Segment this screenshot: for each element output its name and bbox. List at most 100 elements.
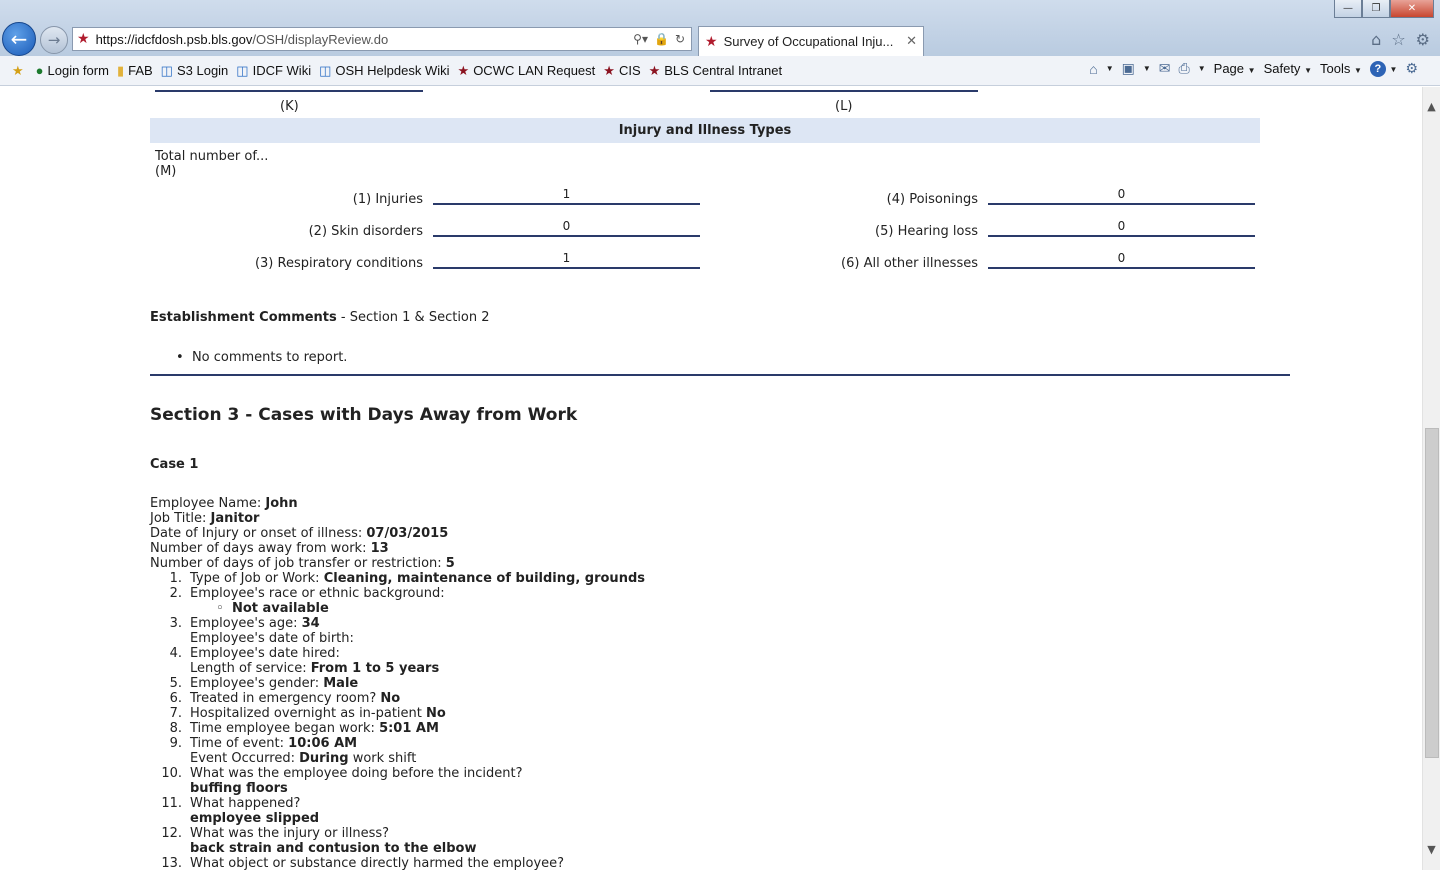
- browser-titlebar: — ❐ ✕ ← → ★ https://idcfdosh.psb.bls.gov…: [0, 0, 1440, 56]
- favorite-fab[interactable]: ▮ FAB: [117, 63, 153, 79]
- add-favorite-icon: ★: [12, 62, 24, 78]
- item-value: During: [299, 751, 349, 766]
- item-label: Treated in emergency room?: [190, 691, 381, 706]
- list-item-object-substance: What object or substance directly harmed…: [190, 856, 565, 870]
- window-controls: — ❐ ✕: [1334, 0, 1434, 18]
- chevron-down-icon[interactable]: ▼: [1143, 64, 1151, 73]
- job-title-value: Janitor: [210, 511, 260, 526]
- employee-name-value: John: [265, 496, 298, 511]
- days-transfer-row: Number of days of job transfer or restri…: [150, 556, 455, 571]
- poisonings-value: 0: [988, 187, 1255, 205]
- lock-icon[interactable]: 🔒: [654, 32, 669, 46]
- url-text[interactable]: https://idcfdosh.psb.bls.gov/OSH/display…: [96, 32, 634, 47]
- list-number: 4.: [169, 646, 182, 661]
- chevron-down-icon[interactable]: ▼: [1198, 64, 1206, 73]
- forward-button[interactable]: →: [40, 26, 68, 54]
- comment-text: No comments to report.: [191, 350, 348, 365]
- tools-menu[interactable]: Tools ▼: [1320, 61, 1362, 76]
- back-button[interactable]: ←: [2, 22, 36, 56]
- scroll-thumb[interactable]: [1425, 428, 1439, 758]
- favorite-label: FAB: [128, 63, 153, 78]
- field-l-line: [710, 90, 978, 92]
- ie-page-icon: ◫: [160, 62, 173, 78]
- favorite-idcf-wiki[interactable]: ◫ IDCF Wiki: [236, 63, 311, 79]
- home-icon[interactable]: ⌂: [1089, 61, 1097, 77]
- help-menu[interactable]: ? ▼: [1369, 60, 1397, 77]
- injury-types-heading: Injury and Illness Types: [150, 118, 1260, 143]
- close-icon[interactable]: ✕: [1390, 0, 1434, 18]
- favorite-label: BLS Central Intranet: [664, 63, 783, 78]
- section-divider: [150, 374, 1290, 376]
- list-number: 5.: [169, 676, 182, 691]
- item-label: Type of Job or Work:: [190, 571, 324, 586]
- home-icon[interactable]: ⌂: [1371, 30, 1381, 49]
- poisonings-label: (4) Poisonings: [886, 192, 978, 207]
- address-bar[interactable]: ★ https://idcfdosh.psb.bls.gov/OSH/displ…: [72, 27, 692, 51]
- bls-star-icon: ★: [77, 31, 90, 47]
- favorite-ocwc-lan-request[interactable]: ★ OCWC LAN Request: [458, 63, 596, 79]
- refresh-icon[interactable]: ↻: [675, 32, 685, 46]
- comments-list-item: • No comments to report.: [176, 350, 347, 365]
- chevron-down-icon[interactable]: ▼: [1106, 64, 1114, 73]
- list-number: 8.: [169, 721, 182, 736]
- safety-menu[interactable]: Safety ▼: [1264, 61, 1312, 76]
- rss-feed-icon[interactable]: ▣: [1122, 60, 1135, 77]
- list-item-gender: Employee's gender: Male: [190, 676, 358, 691]
- favorite-osh-helpdesk-wiki[interactable]: ◫ OSH Helpdesk Wiki: [319, 63, 449, 79]
- item-value: Cleaning, maintenance of building, groun…: [323, 571, 645, 586]
- employee-name-row: Employee Name: John: [150, 496, 298, 511]
- arrow-left-icon: ←: [10, 27, 28, 51]
- add-favorite-button[interactable]: ★: [12, 63, 28, 79]
- favorites-star-icon[interactable]: ☆: [1391, 30, 1405, 49]
- gear-icon[interactable]: ⚙: [1405, 60, 1418, 77]
- safety-menu-label: Safety: [1263, 61, 1301, 76]
- search-icon[interactable]: ⚲▾: [633, 32, 648, 46]
- favorite-bls-central-intranet[interactable]: ★ BLS Central Intranet: [649, 63, 782, 79]
- item-suffix: work shift: [348, 751, 417, 766]
- restore-icon[interactable]: ❐: [1362, 0, 1390, 18]
- print-icon[interactable]: ⎙: [1179, 60, 1190, 77]
- days-transfer-label: Number of days of job transfer or restri…: [150, 556, 446, 571]
- list-item-injury-illness: What was the injury or illness?: [190, 826, 390, 841]
- list-number: 11.: [161, 796, 182, 811]
- injuries-label: (1) Injuries: [352, 192, 423, 207]
- item-label: Employee's age:: [190, 616, 302, 631]
- item-label: Length of service:: [190, 661, 311, 676]
- comments-subtitle: - Section 1 & Section 2: [336, 310, 490, 325]
- chevron-down-icon: ▼: [1353, 66, 1362, 75]
- mail-icon[interactable]: ✉: [1159, 60, 1171, 77]
- item-value: buffing floors: [190, 781, 288, 796]
- favorite-cis[interactable]: ★ CIS: [603, 63, 640, 79]
- favorite-s3-login[interactable]: ◫ S3 Login: [161, 63, 229, 79]
- vertical-scrollbar[interactable]: ▲ ▼: [1422, 87, 1440, 870]
- other-illnesses-label: (6) All other illnesses: [841, 256, 978, 271]
- page-content: (K) (L) Injury and Illness Types Total n…: [0, 87, 1422, 870]
- race-value-item: ◦ Not available: [216, 601, 329, 616]
- injuries-value: 1: [433, 187, 700, 205]
- settings-gear-icon[interactable]: ⚙: [1416, 30, 1430, 49]
- list-item-time-of-event: Time of event: 10:06 AM: [190, 736, 357, 751]
- list-item-race: Employee's race or ethnic background:: [190, 586, 445, 601]
- favorite-login-form[interactable]: ● Login form: [36, 63, 109, 78]
- tab-survey[interactable]: ★ Survey of Occupational Inju... ✕: [698, 26, 924, 56]
- chevron-down-icon: ▼: [1247, 66, 1256, 75]
- item-value: Male: [323, 676, 359, 691]
- list-number: 3.: [169, 616, 182, 631]
- favorite-label: Login form: [47, 63, 109, 78]
- bls-star-icon: ★: [603, 62, 615, 78]
- days-transfer-value: 5: [445, 556, 455, 571]
- skin-disorders-value: 0: [433, 219, 700, 237]
- list-item-age: Employee's age: 34: [190, 616, 320, 631]
- list-item-length-of-service: Length of service: From 1 to 5 years: [190, 661, 439, 676]
- tools-menu-label: Tools: [1319, 61, 1351, 76]
- tab-close-icon[interactable]: ✕: [906, 34, 917, 49]
- days-away-row: Number of days away from work: 13: [150, 541, 389, 556]
- field-k-line: [155, 90, 423, 92]
- scroll-down-icon[interactable]: ▼: [1423, 840, 1440, 858]
- list-item-doing-before: What was the employee doing before the i…: [190, 766, 523, 781]
- page-menu[interactable]: Page ▼: [1214, 61, 1256, 76]
- list-number: 1.: [169, 571, 182, 586]
- tab-title: Survey of Occupational Inju...: [723, 34, 894, 49]
- scroll-up-icon[interactable]: ▲: [1423, 97, 1440, 115]
- minimize-icon[interactable]: —: [1334, 0, 1362, 18]
